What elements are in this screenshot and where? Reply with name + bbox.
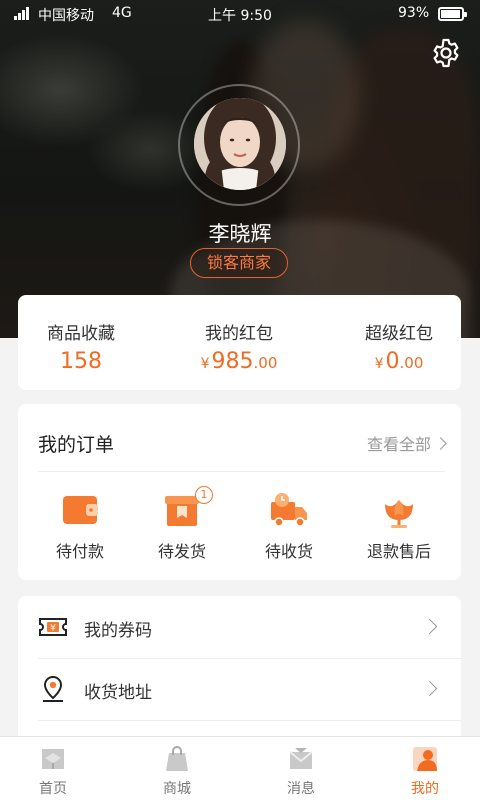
divider	[38, 471, 445, 472]
location-pin-icon	[43, 675, 63, 702]
stat-value: ¥985.00	[174, 349, 304, 374]
wallet-icon	[63, 496, 98, 524]
gear-icon[interactable]	[430, 37, 462, 69]
amount-cents: .00	[399, 354, 424, 372]
tab-profile[interactable]: 我的	[375, 737, 475, 800]
orders-title: 我的订单	[38, 434, 115, 456]
battery-icon	[438, 7, 467, 21]
delivery-truck-icon	[271, 493, 307, 527]
tab-label: 首页	[39, 781, 67, 797]
chevron-right-icon	[421, 618, 438, 635]
message-icon	[289, 748, 313, 769]
shopping-bag-icon	[166, 746, 188, 771]
view-all-orders-link[interactable]: 查看全部	[366, 431, 447, 455]
coupon-icon: ¥	[39, 618, 67, 636]
menu-card: ¥ 我的券码 收货地址	[18, 596, 461, 746]
user-avatar-photo	[194, 98, 286, 190]
amount-integer: 0	[385, 349, 400, 374]
tab-home[interactable]: 首页	[3, 737, 103, 800]
network-type: 4G	[112, 5, 132, 21]
orders-card: 我的订单 查看全部 待付款 1 待发货 待收货 退款售后	[18, 404, 461, 580]
tab-messages[interactable]: 消息	[251, 737, 351, 800]
merchant-tag-badge: 锁客商家	[190, 248, 288, 278]
stat-label: 商品收藏	[47, 324, 115, 344]
order-item-label: 待付款	[55, 542, 104, 561]
menu-item-address[interactable]: 收货地址	[18, 658, 461, 720]
avatar[interactable]	[194, 98, 286, 190]
status-bar: 中国移动 4G 上午 9:50 93%	[0, 0, 480, 28]
tab-label: 消息	[287, 781, 315, 797]
stat-value: ¥0.00	[336, 349, 462, 374]
view-all-label: 查看全部	[366, 435, 431, 454]
menu-item-label: 我的券码	[84, 621, 152, 641]
order-pending-shipment[interactable]: 1 待发货	[137, 486, 227, 566]
chevron-right-icon	[421, 680, 438, 697]
order-item-label: 退款售后	[366, 542, 431, 561]
order-pending-payment[interactable]: 待付款	[35, 490, 125, 566]
amount-cents: .00	[253, 354, 278, 372]
tab-label: 我的	[411, 781, 439, 797]
stat-label: 我的红包	[205, 324, 273, 344]
profile-icon	[413, 747, 437, 771]
signal-icon	[14, 7, 30, 20]
home-icon	[42, 749, 64, 769]
currency-symbol: ¥	[200, 356, 210, 372]
amount-integer: 985	[211, 349, 254, 374]
stat-super-red-packet[interactable]: 超级红包 ¥0.00	[336, 295, 462, 390]
chevron-right-icon	[434, 437, 447, 450]
menu-item-label: 收货地址	[84, 683, 152, 703]
divider	[38, 720, 461, 721]
order-refund-aftersale[interactable]: 退款售后	[349, 490, 449, 566]
stat-favorites[interactable]: 商品收藏 158	[18, 295, 144, 390]
menu-item-coupons[interactable]: ¥ 我的券码	[18, 596, 461, 658]
order-count-badge: 1	[195, 486, 213, 504]
clock: 上午 9:50	[208, 8, 272, 24]
tab-mall[interactable]: 商城	[127, 737, 227, 800]
currency-symbol: ¥	[374, 356, 384, 372]
order-pending-receipt[interactable]: 待收货	[244, 490, 334, 566]
battery-percent: 93%	[398, 5, 430, 21]
svg-text:¥: ¥	[50, 624, 56, 634]
carrier-name: 中国移动	[38, 8, 94, 24]
stat-label: 超级红包	[365, 324, 433, 344]
stat-value: 158	[60, 349, 102, 374]
order-item-label: 待收货	[264, 542, 313, 561]
stats-card: 商品收藏 158 我的红包 ¥985.00 超级红包 ¥0.00	[18, 295, 461, 390]
tab-label: 商城	[163, 781, 191, 797]
order-item-label: 待发货	[157, 542, 206, 561]
stat-red-packet[interactable]: 我的红包 ¥985.00	[174, 295, 304, 390]
profile-screen: 中国移动 4G 上午 9:50 93% 李晓辉 锁客商家 商品收藏 158 我的…	[0, 0, 480, 800]
tulip-refund-icon	[385, 500, 413, 528]
user-name: 李晓辉	[208, 222, 272, 246]
bottom-tab-bar: 首页 商城 消息 我的	[0, 736, 480, 800]
